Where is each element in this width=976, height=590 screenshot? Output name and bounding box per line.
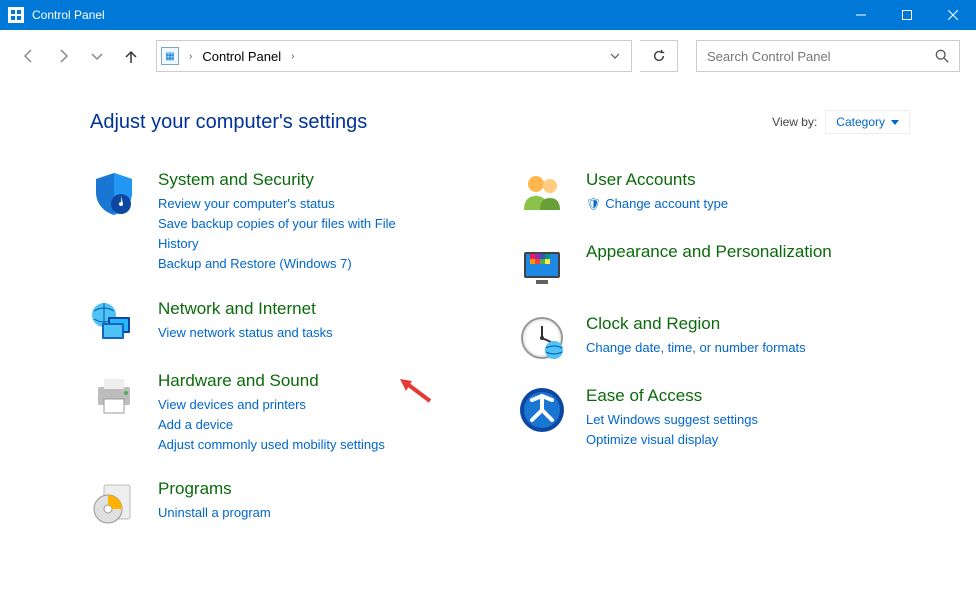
- search-input[interactable]: Search Control Panel: [696, 40, 960, 72]
- category-programs: Programs Uninstall a program: [90, 479, 488, 527]
- view-by-label: View by:: [772, 115, 817, 129]
- category-title[interactable]: Hardware and Sound: [158, 371, 385, 391]
- category-title[interactable]: Network and Internet: [158, 299, 333, 319]
- forward-button[interactable]: [50, 43, 76, 69]
- category-title[interactable]: Ease of Access: [586, 386, 758, 406]
- monitor-palette-icon: [518, 242, 566, 290]
- breadcrumb-dropdown[interactable]: [609, 50, 621, 62]
- recent-dropdown[interactable]: [84, 43, 110, 69]
- category-user-accounts: User Accounts Change account type: [518, 170, 916, 218]
- breadcrumb-item[interactable]: Control Panel: [198, 49, 285, 64]
- link-network-status[interactable]: View network status and tasks: [158, 323, 333, 343]
- chevron-right-icon[interactable]: ›: [285, 51, 300, 62]
- view-by-control: View by: Category: [772, 110, 910, 134]
- link-optimize-display[interactable]: Optimize visual display: [586, 430, 758, 450]
- navigation-bar: › Control Panel › Search Control Panel: [0, 30, 976, 82]
- category-clock-region: Clock and Region Change date, time, or n…: [518, 314, 916, 362]
- content-area: Adjust your computer's settings View by:…: [0, 82, 976, 551]
- link-file-history[interactable]: Save backup copies of your files with Fi…: [158, 214, 438, 254]
- category-appearance: Appearance and Personalization: [518, 242, 916, 290]
- up-button[interactable]: [118, 43, 144, 69]
- people-icon: [518, 170, 566, 218]
- window-title: Control Panel: [32, 8, 838, 22]
- link-backup-restore[interactable]: Backup and Restore (Windows 7): [158, 254, 438, 274]
- breadcrumb[interactable]: › Control Panel ›: [156, 40, 632, 72]
- search-icon: [935, 49, 949, 63]
- category-title[interactable]: Appearance and Personalization: [586, 242, 832, 262]
- link-change-account-type[interactable]: Change account type: [586, 194, 728, 214]
- category-title[interactable]: User Accounts: [586, 170, 728, 190]
- breadcrumb-icon: [161, 47, 179, 65]
- category-system-security: System and Security Review your computer…: [90, 170, 488, 275]
- annotation-arrow: [400, 379, 432, 406]
- title-bar: Control Panel: [0, 0, 976, 30]
- minimize-button[interactable]: [838, 0, 884, 30]
- link-review-status[interactable]: Review your computer's status: [158, 194, 438, 214]
- search-placeholder: Search Control Panel: [707, 49, 935, 64]
- category-ease-of-access: Ease of Access Let Windows suggest setti…: [518, 386, 916, 450]
- shield-icon: [90, 170, 138, 218]
- link-mobility-settings[interactable]: Adjust commonly used mobility settings: [158, 435, 385, 455]
- chevron-right-icon[interactable]: ›: [183, 51, 198, 62]
- link-date-time-formats[interactable]: Change date, time, or number formats: [586, 338, 806, 358]
- link-suggest-settings[interactable]: Let Windows suggest settings: [586, 410, 758, 430]
- ease-of-access-icon: [518, 386, 566, 434]
- globe-monitors-icon: [90, 299, 138, 347]
- window-controls: [838, 0, 976, 30]
- control-panel-icon: [8, 7, 24, 23]
- right-column: User Accounts Change account type Appear…: [518, 170, 916, 551]
- view-by-dropdown[interactable]: Category: [825, 110, 910, 134]
- left-column: System and Security Review your computer…: [90, 170, 488, 551]
- refresh-button[interactable]: [640, 40, 678, 72]
- category-title[interactable]: System and Security: [158, 170, 438, 190]
- link-uninstall-program[interactable]: Uninstall a program: [158, 503, 271, 523]
- category-network-internet: Network and Internet View network status…: [90, 299, 488, 347]
- page-title: Adjust your computer's settings: [90, 111, 772, 134]
- link-add-device[interactable]: Add a device: [158, 415, 385, 435]
- printer-icon: [90, 371, 138, 419]
- disc-box-icon: [90, 479, 138, 527]
- back-button[interactable]: [16, 43, 42, 69]
- clock-icon: [518, 314, 566, 362]
- maximize-button[interactable]: [884, 0, 930, 30]
- category-title[interactable]: Programs: [158, 479, 271, 499]
- category-title[interactable]: Clock and Region: [586, 314, 806, 334]
- close-button[interactable]: [930, 0, 976, 30]
- link-devices-printers[interactable]: View devices and printers: [158, 395, 385, 415]
